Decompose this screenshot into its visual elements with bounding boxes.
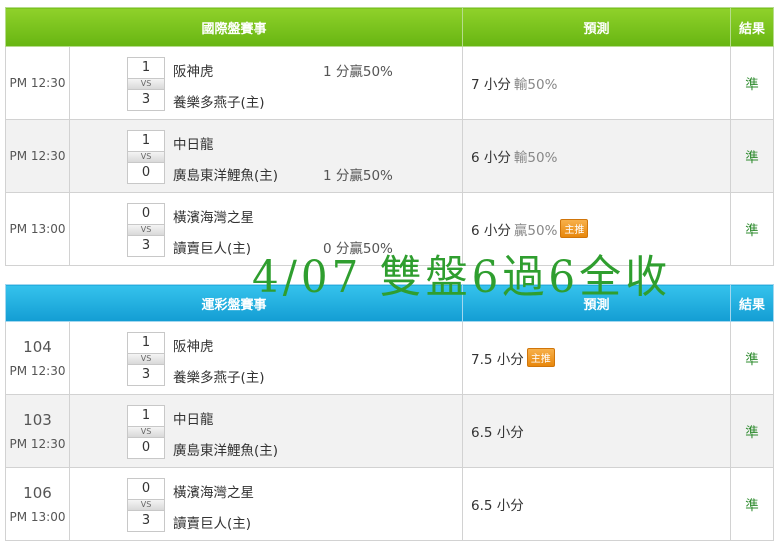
home-score: 1 xyxy=(127,130,165,152)
results-banner: 4/07 雙盤6過6全收 xyxy=(252,250,672,303)
home-score: 1 xyxy=(127,332,165,354)
match-cell: 1 VS 0 中日龍 廣島東洋鯉魚(主) xyxy=(68,394,464,468)
result-cell: 準 xyxy=(730,467,775,541)
lottery-table: 運彩盤賽事 預測 結果 104 PM 12:30 1 VS 3 阪神虎 養樂多燕… xyxy=(4,284,775,541)
away-score: 3 xyxy=(127,510,165,532)
prediction-sub: 輸50% xyxy=(513,77,558,93)
vs-label: VS xyxy=(127,225,165,235)
prediction-sub: 輸50% xyxy=(513,150,558,166)
table-row[interactable]: 106 PM 13:00 0 VS 3 橫濱海灣之星 讀賣巨人(主) 6.5 小… xyxy=(5,467,775,541)
prediction-main: 6 小分 xyxy=(471,150,511,166)
team-away: 中日龍 xyxy=(173,137,214,153)
team-home: 廣島東洋鯉魚(主) xyxy=(173,443,279,459)
team-home: 養樂多燕子(主) xyxy=(173,370,265,386)
team-home: 養樂多燕子(主) xyxy=(173,95,265,111)
vs-label: VS xyxy=(127,354,165,364)
score-box: 1 VS 3 xyxy=(127,332,165,386)
result-cell: 準 xyxy=(730,46,775,120)
team-away: 橫濱海灣之星 xyxy=(173,210,254,226)
prediction-main: 6.5 小分 xyxy=(471,425,524,441)
away-score: 3 xyxy=(127,89,165,111)
match-code: 104 xyxy=(23,338,52,356)
team-away: 阪神虎 xyxy=(173,64,214,80)
featured-pick-badge: 主推 xyxy=(560,219,589,238)
match-time-cell: 106 PM 13:00 xyxy=(5,467,70,541)
table-row[interactable]: 103 PM 12:30 1 VS 0 中日龍 廣島東洋鯉魚(主) 6.5 小分… xyxy=(5,394,775,468)
match-time: PM 13:00 xyxy=(5,192,70,266)
vs-label: VS xyxy=(127,500,165,510)
team-home: 讀賣巨人(主) xyxy=(173,516,252,532)
result-cell: 準 xyxy=(730,321,775,395)
match-cell: 1 VS 3 阪神虎 養樂多燕子(主) xyxy=(68,321,464,395)
home-score: 1 xyxy=(127,405,165,427)
prediction-main: 6.5 小分 xyxy=(471,498,524,514)
prediction-cell: 6.5 小分 xyxy=(462,394,732,468)
match-cell: 1 VS 3 阪神虎 1 分贏50% 養樂多燕子(主) xyxy=(68,46,464,120)
away-score: 0 xyxy=(127,437,165,459)
match-cell: 1 VS 0 中日龍 廣島東洋鯉魚(主) 1 分贏50% xyxy=(68,119,464,193)
score-box: 0 VS 3 xyxy=(127,203,165,257)
match-time-cell: 104 PM 12:30 xyxy=(5,321,70,395)
vs-label: VS xyxy=(127,152,165,162)
match-time: PM 12:30 xyxy=(5,119,70,193)
away-score: 3 xyxy=(127,364,165,386)
prediction-sub: 贏50% xyxy=(513,223,558,239)
table-row[interactable]: 104 PM 12:30 1 VS 3 阪神虎 養樂多燕子(主) 7.5 小分主… xyxy=(5,321,775,395)
intl-header-row: 國際盤賽事 預測 結果 xyxy=(4,7,775,47)
score-box: 0 VS 3 xyxy=(127,478,165,532)
match-time-cell: 103 PM 12:30 xyxy=(5,394,70,468)
score-box: 1 VS 0 xyxy=(127,130,165,184)
match-code: 103 xyxy=(23,411,52,429)
prediction-main: 7.5 小分 xyxy=(471,352,524,368)
prediction-cell: 6 小分 輸50% xyxy=(462,119,732,193)
intl-result-header: 結果 xyxy=(730,7,775,47)
vs-label: VS xyxy=(127,79,165,89)
table-row[interactable]: PM 12:30 1 VS 3 阪神虎 1 分贏50% 養樂多燕子(主) 7 小… xyxy=(5,46,775,120)
prediction-cell: 7 小分 輸50% xyxy=(462,46,732,120)
team-home: 讀賣巨人(主) xyxy=(173,241,252,257)
handicap-odds: 1 分贏50% xyxy=(323,168,393,184)
prediction-cell: 7.5 小分 主推 xyxy=(462,321,732,395)
match-time: PM 13:00 xyxy=(9,510,66,524)
vs-label: VS xyxy=(127,427,165,437)
result-cell: 準 xyxy=(730,192,775,266)
team-away: 橫濱海灣之星 xyxy=(173,485,254,501)
home-score: 0 xyxy=(127,478,165,500)
home-score: 1 xyxy=(127,57,165,79)
score-box: 1 VS 3 xyxy=(127,57,165,111)
away-score: 3 xyxy=(127,235,165,257)
featured-pick-badge: 主推 xyxy=(526,348,555,367)
match-time: PM 12:30 xyxy=(9,364,66,378)
away-score: 0 xyxy=(127,162,165,184)
intl-table: 國際盤賽事 預測 結果 PM 12:30 1 VS 3 阪神虎 1 分贏50% … xyxy=(4,7,775,266)
prediction-cell: 6.5 小分 xyxy=(462,467,732,541)
lottery-result-header: 結果 xyxy=(730,284,775,322)
team-away: 阪神虎 xyxy=(173,339,214,355)
match-code: 106 xyxy=(23,484,52,502)
match-cell: 0 VS 3 橫濱海灣之星 讀賣巨人(主) xyxy=(68,467,464,541)
prediction-main: 6 小分 xyxy=(471,223,511,239)
result-cell: 準 xyxy=(730,394,775,468)
handicap-odds: 1 分贏50% xyxy=(323,64,393,80)
table-row[interactable]: PM 12:30 1 VS 0 中日龍 廣島東洋鯉魚(主) 1 分贏50% 6 … xyxy=(5,119,775,193)
intl-event-header: 國際盤賽事 xyxy=(4,7,464,47)
prediction-main: 7 小分 xyxy=(471,77,511,93)
team-away: 中日龍 xyxy=(173,412,214,428)
team-home: 廣島東洋鯉魚(主) xyxy=(173,168,279,184)
home-score: 0 xyxy=(127,203,165,225)
match-time: PM 12:30 xyxy=(9,437,66,451)
intl-prediction-header: 預測 xyxy=(462,7,732,47)
score-box: 1 VS 0 xyxy=(127,405,165,459)
result-cell: 準 xyxy=(730,119,775,193)
match-time: PM 12:30 xyxy=(5,46,70,120)
